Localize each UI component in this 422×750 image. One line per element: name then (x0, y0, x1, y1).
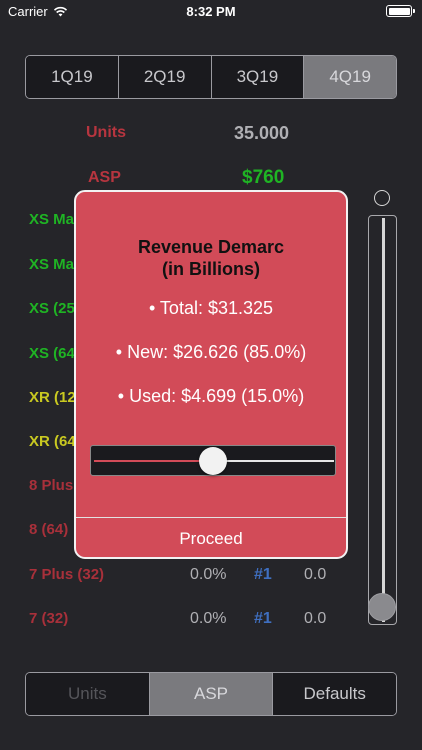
split-slider-filled-track (94, 460, 210, 462)
units-label: Units (86, 124, 126, 141)
model-name: 8 Plus (29, 477, 74, 494)
model-name: XS Ma (29, 211, 75, 228)
proceed-button[interactable]: Proceed (76, 518, 346, 557)
model-name: XR (12 (29, 389, 76, 406)
model-share: 0.0% (190, 610, 227, 627)
total-revenue: • Total: $31.325 (148, 298, 274, 318)
used-revenue: • Used: $4.699 (15.0%) (117, 386, 305, 406)
tab-units[interactable]: Units (26, 673, 150, 715)
model-row[interactable]: 7 Plus (32) 0.0% #1 0.0 (0, 566, 360, 596)
vertical-slider-thumb[interactable] (368, 593, 396, 621)
quarter-option-4q19[interactable]: 4Q19 (304, 56, 396, 98)
dialog-title: Revenue Demarc (in Billions) (76, 236, 346, 280)
vertical-slider-track (382, 218, 385, 622)
revenue-demarc-dialog: Revenue Demarc (in Billions) • Total: $3… (74, 190, 348, 559)
slider-top-indicator-icon (374, 190, 390, 206)
battery-icon (386, 5, 415, 17)
model-name: XS (25 (29, 300, 75, 317)
asp-value: $760 (242, 167, 285, 188)
model-name: 7 (32) (29, 610, 69, 627)
model-name: XR (64 (29, 433, 76, 450)
clock: 8:32 PM (186, 4, 236, 19)
model-name: XS Ma (29, 256, 75, 273)
tab-defaults[interactable]: Defaults (273, 673, 396, 715)
status-bar: Carrier 8:32 PM (0, 0, 422, 22)
split-slider-thumb[interactable] (199, 447, 227, 475)
vertical-slider[interactable] (368, 215, 397, 625)
metric-selector: Units ASP Defaults (25, 672, 397, 716)
model-name: 7 Plus (32) (29, 566, 105, 583)
dialog-title-line2: (in Billions) (162, 259, 260, 279)
split-slider-empty-track (210, 460, 334, 462)
model-rank: #1 (254, 566, 272, 583)
model-value: 0.0 (304, 566, 327, 583)
model-rank: #1 (254, 610, 272, 627)
model-name: 8 (64) (29, 521, 69, 538)
model-row[interactable]: 7 (32) 0.0% #1 0.0 (0, 610, 360, 640)
model-name: XS (64 (29, 345, 75, 362)
tab-asp[interactable]: ASP (149, 673, 274, 715)
asp-label: ASP (88, 169, 121, 186)
quarter-option-2q19[interactable]: 2Q19 (118, 56, 212, 98)
quarter-option-3q19[interactable]: 3Q19 (211, 56, 305, 98)
dialog-title-line1: Revenue Demarc (137, 237, 285, 257)
quarter-option-1q19[interactable]: 1Q19 (26, 56, 119, 98)
new-revenue: • New: $26.626 (85.0%) (115, 342, 307, 362)
quarter-selector: 1Q19 2Q19 3Q19 4Q19 (25, 55, 397, 99)
model-share: 0.0% (190, 566, 227, 583)
split-slider[interactable] (90, 445, 336, 476)
model-value: 0.0 (304, 610, 327, 627)
units-value: 35.000 (234, 123, 290, 143)
